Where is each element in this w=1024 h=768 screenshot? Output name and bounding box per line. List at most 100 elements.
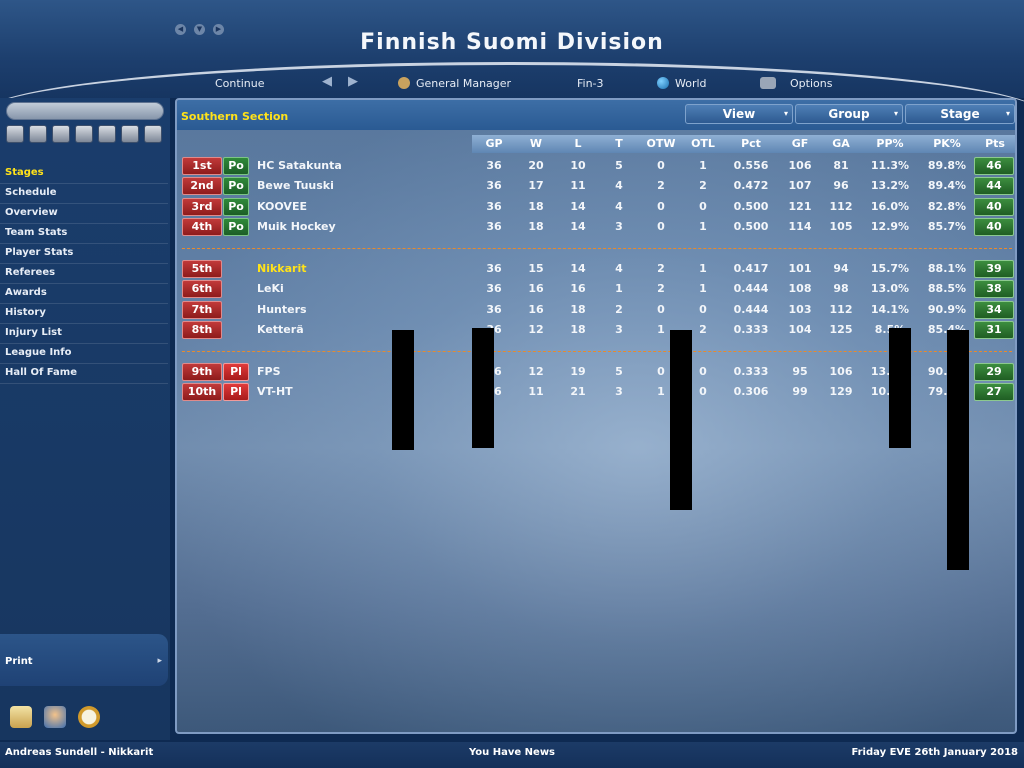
column-header-pk-pct[interactable]: PK%: [925, 137, 969, 150]
gp-cell: 36: [486, 262, 502, 275]
team-name-link[interactable]: Bewe Tuuski: [257, 179, 334, 192]
column-header-ga[interactable]: GA: [819, 137, 863, 150]
sidebar-item-team-stats[interactable]: Team Stats: [0, 224, 168, 244]
continue-button[interactable]: Continue: [215, 77, 264, 90]
column-header-pct[interactable]: Pct: [729, 137, 773, 150]
team-name-link[interactable]: Hunters: [257, 303, 307, 316]
section-separator: [182, 248, 1012, 249]
notepad-icon[interactable]: [75, 125, 93, 143]
column-header-w[interactable]: W: [514, 137, 558, 150]
section-title: Southern Section: [181, 110, 289, 123]
league-button[interactable]: Fin-3: [577, 77, 604, 90]
sidebar-item-awards[interactable]: Awards: [0, 284, 168, 304]
w-cell: 11: [528, 385, 544, 398]
sidebar-item-schedule[interactable]: Schedule: [0, 184, 168, 204]
rank-badge: 1st: [182, 157, 222, 175]
caret-down-icon: ▾: [1005, 109, 1010, 118]
jersey-icon[interactable]: [29, 125, 47, 143]
sidebar-item-league-info[interactable]: League Info: [0, 344, 168, 364]
w-cell: 20: [528, 159, 544, 172]
caret-down-icon: ▾: [893, 109, 898, 118]
sidebar-item-history[interactable]: History: [0, 304, 168, 324]
playoff-badge: Po: [223, 157, 249, 175]
otw-cell: 2: [657, 179, 665, 192]
group-dropdown[interactable]: Group ▾: [795, 104, 903, 124]
team-name-link[interactable]: KOOVEE: [257, 200, 307, 213]
pct-cell: 0.500: [733, 220, 769, 233]
world-label: World: [675, 77, 707, 90]
otw-cell: 2: [657, 262, 665, 275]
points-badge: 29: [974, 363, 1014, 381]
column-header-pp-pct[interactable]: PP%: [868, 137, 912, 150]
stopwatch-icon[interactable]: [78, 706, 100, 728]
pct-cell: 0.444: [733, 303, 769, 316]
sidebar-item-injury-list[interactable]: Injury List: [0, 324, 168, 344]
stage-dropdown[interactable]: Stage ▾: [905, 104, 1015, 124]
table-row[interactable]: 6th LeKi 36 16 16 1 2 1 0.444 108 98 13.0% 88.5% 38: [177, 279, 1015, 299]
points-badge: 40: [974, 198, 1014, 216]
column-header-gp[interactable]: GP: [472, 137, 516, 150]
w-cell: 16: [528, 303, 544, 316]
sidebar-item-referees[interactable]: Referees: [0, 264, 168, 284]
forward-arrow-icon[interactable]: ▶: [348, 74, 358, 89]
options-button[interactable]: Options: [760, 77, 832, 90]
pp-cell: 13.0%: [870, 282, 910, 295]
team-name-link[interactable]: VT-HT: [257, 385, 293, 398]
column-header-l[interactable]: L: [556, 137, 600, 150]
ga-cell: 129: [829, 385, 853, 398]
back-arrow-icon[interactable]: ◀: [322, 74, 332, 89]
table-header: GP W L T OTW OTL Pct GF GA PP% PK% Pts: [472, 135, 1015, 153]
search-input[interactable]: [6, 102, 164, 120]
trophy-icon[interactable]: [121, 125, 139, 143]
general-manager-button[interactable]: General Manager: [398, 77, 511, 90]
column-header-otw[interactable]: OTW: [639, 137, 683, 150]
table-row[interactable]: 1st Po HC Satakunta 36 20 10 5 0 1 0.556 106 81 11.3…: [177, 156, 1015, 176]
team-name-link[interactable]: Muik Hockey: [257, 220, 336, 233]
calendar-icon[interactable]: [144, 125, 162, 143]
table-row[interactable]: 3rd Po KOOVEE 36 18 14 4 0 0 0.500 121 112 16.0% 82.8…: [177, 197, 1015, 217]
t-cell: 4: [615, 200, 623, 213]
table-row[interactable]: 2nd Po Bewe Tuuski 36 17 11 4 2 2 0.472 107 96 13.2%…: [177, 176, 1015, 196]
points-badge: 31: [974, 321, 1014, 339]
world-button[interactable]: World: [657, 77, 707, 90]
playout-badge: Pl: [223, 383, 249, 401]
sidebar-item-hall-of-fame[interactable]: Hall Of Fame: [0, 364, 168, 384]
view-dropdown[interactable]: View ▾: [685, 104, 793, 124]
points-badge: 44: [974, 177, 1014, 195]
points-badge: 46: [974, 157, 1014, 175]
gp-cell: 36: [486, 159, 502, 172]
print-button[interactable]: Print ▸: [0, 634, 168, 686]
column-header-gf[interactable]: GF: [778, 137, 822, 150]
rank-badge: 6th: [182, 280, 222, 298]
main-panel: Southern Section View ▾ Group ▾ Stage ▾ …: [175, 98, 1017, 734]
t-cell: 2: [615, 303, 623, 316]
column-header-t[interactable]: T: [597, 137, 641, 150]
gp-cell: 36: [486, 303, 502, 316]
column-header-pts[interactable]: Pts: [973, 137, 1015, 150]
column-header-otl[interactable]: OTL: [681, 137, 725, 150]
table-row[interactable]: 5th Nikkarit 36 15 14 4 2 1 0.417 101 94 15.7% 88.1%…: [177, 259, 1015, 279]
arena-icon[interactable]: [6, 125, 24, 143]
sidebar-item-stages[interactable]: Stages: [0, 164, 168, 184]
sidebar-item-player-stats[interactable]: Player Stats: [0, 244, 168, 264]
pk-cell: 89.4%: [927, 179, 967, 192]
mail-icon[interactable]: [10, 706, 32, 728]
scoreboard-icon[interactable]: [52, 125, 70, 143]
ga-cell: 96: [833, 179, 849, 192]
rank-badge: 7th: [182, 301, 222, 319]
table-row[interactable]: 4th Po Muik Hockey 36 18 14 3 0 1 0.500 114 105 12.9…: [177, 217, 1015, 237]
assistant-icon[interactable]: [44, 706, 66, 728]
team-name-link[interactable]: FPS: [257, 365, 281, 378]
team-name-link[interactable]: Ketterä: [257, 323, 304, 336]
pk-cell: 89.8%: [927, 159, 967, 172]
team-name-link[interactable]: LeKi: [257, 282, 284, 295]
t-cell: 1: [615, 282, 623, 295]
otw-cell: 2: [657, 282, 665, 295]
w-cell: 12: [528, 323, 544, 336]
team-name-link[interactable]: HC Satakunta: [257, 159, 342, 172]
playoff-badge: Po: [223, 198, 249, 216]
binoculars-icon[interactable]: [98, 125, 116, 143]
sidebar-item-overview[interactable]: Overview: [0, 204, 168, 224]
table-row[interactable]: 7th Hunters 36 16 18 2 0 0 0.444 103 112 14.1% 90.9%…: [177, 300, 1015, 320]
team-name-link[interactable]: Nikkarit: [257, 262, 306, 275]
